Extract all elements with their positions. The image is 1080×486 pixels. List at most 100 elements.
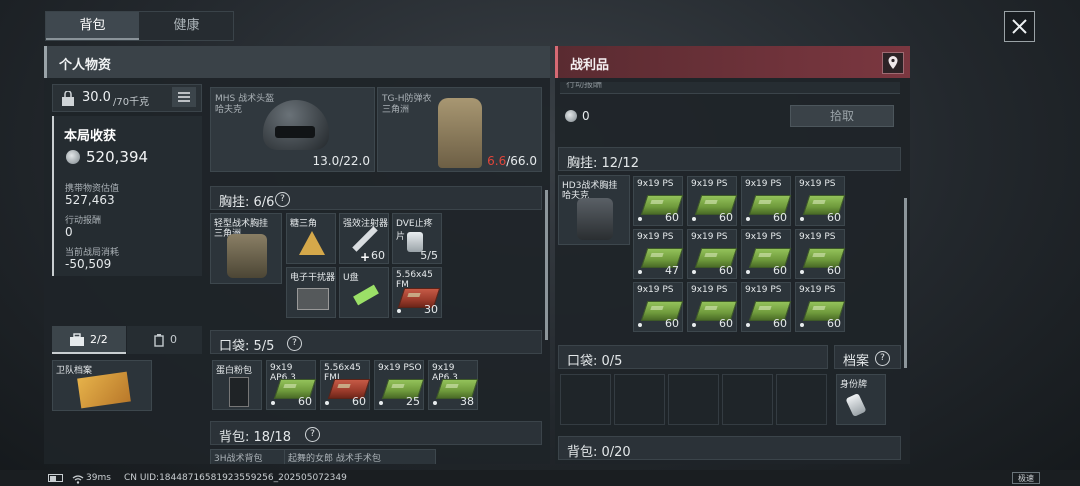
- chest-label: 胸挂: 6/6: [219, 195, 275, 210]
- chest-item-ammo[interactable]: 5.56x45 FM 30: [392, 267, 442, 318]
- helmet-visor: [275, 126, 315, 138]
- briefcase-icon: [70, 333, 84, 346]
- loot-pocket-label: 口袋: 0/5: [567, 354, 623, 369]
- loot-ammo-slot[interactable]: 9x19 PS 60: [687, 282, 738, 332]
- loot-pocket-slot[interactable]: [776, 374, 827, 425]
- loot-ammo-name: 9x19 PS: [691, 232, 728, 242]
- tab-health[interactable]: 健康: [140, 12, 233, 40]
- loot-pocket-slot[interactable]: [722, 374, 773, 425]
- help-icon[interactable]: ?: [287, 336, 302, 351]
- chest-item-injector[interactable]: 强效注射器 + 60: [339, 213, 389, 264]
- chest-item-count: 30: [424, 303, 438, 316]
- right-scrollbar[interactable]: [904, 198, 907, 368]
- helmet-slot[interactable]: MHS 战术头盔 哈夫克 13.0/22.0: [210, 87, 375, 172]
- loot-rig-slot[interactable]: HD3战术胸挂 哈夫克: [558, 175, 630, 245]
- loot-ammo-slot[interactable]: 9x19 PS 60: [741, 282, 792, 332]
- ammo-dot: [746, 323, 750, 327]
- location-button[interactable]: [882, 52, 904, 74]
- ammo-dot: [746, 270, 750, 274]
- helmet-durability: 13.0/22.0: [312, 154, 370, 168]
- weight-max: /70千克: [113, 97, 150, 108]
- tab-backpack[interactable]: 背包: [46, 12, 139, 40]
- armor-durability: 6.6/66.0: [487, 154, 537, 168]
- left-item-slot[interactable]: 卫队档案: [52, 360, 152, 411]
- chest-rig-slot[interactable]: 轻型战术胸挂 三角洲: [210, 213, 282, 284]
- pocket-item-ammo[interactable]: 9x19 PSO 25: [374, 360, 425, 410]
- case-tab-briefcase[interactable]: 2/2: [52, 326, 126, 354]
- loot-ammo-slot[interactable]: 9x19 PS 60: [795, 282, 846, 332]
- armor-durability-max: /66.0: [506, 154, 537, 168]
- ammo-dot: [800, 323, 804, 327]
- loot-ammo-count: 60: [773, 264, 787, 277]
- pocket-item-ammo[interactable]: 9x19 AP6.3 38: [428, 360, 479, 410]
- help-icon[interactable]: ?: [305, 427, 320, 442]
- close-button[interactable]: [1004, 11, 1035, 42]
- stat-value-reward: 0: [65, 225, 73, 239]
- pocket-item-protein[interactable]: 蛋白粉包: [212, 360, 262, 410]
- list-view-button[interactable]: [172, 87, 196, 107]
- ammo-dot: [271, 401, 275, 405]
- loot-ammo-slot[interactable]: 9x19 PS 60: [795, 176, 846, 226]
- chest-item-jammer[interactable]: 电子干扰器: [286, 267, 336, 318]
- chest-item-usb[interactable]: U盘: [339, 267, 389, 318]
- battery-icon: [48, 474, 63, 482]
- help-icon[interactable]: ?: [275, 192, 290, 207]
- loot-pocket-slot[interactable]: [560, 374, 611, 425]
- loot-ammo-count: 60: [773, 211, 787, 224]
- armor-slot[interactable]: TG-H防弹衣 三角洲 6.6/66.0: [377, 87, 542, 172]
- loot-pocket-slot[interactable]: [614, 374, 665, 425]
- loot-ammo-slot[interactable]: 9x19 PS 47: [633, 229, 684, 279]
- chest-item-name: 糖三角: [290, 219, 318, 229]
- personal-header: 个人物资: [44, 46, 550, 78]
- pocket-item-ammo[interactable]: 5.56x45 FMJ 60: [320, 360, 371, 410]
- loot-value: 0: [582, 109, 590, 123]
- chest-item-count: 5/5: [420, 249, 438, 262]
- help-icon[interactable]: ?: [875, 351, 890, 366]
- helmet-icon: [263, 100, 329, 150]
- protein-pack-icon: [229, 377, 249, 407]
- loot-ammo-count: 60: [719, 264, 733, 277]
- backpack-slot[interactable]: 3H战术背包: [210, 449, 295, 464]
- chest-item-name: 5.56x45 FM: [396, 270, 433, 290]
- loot-ammo-slot[interactable]: 9x19 PS 60: [741, 176, 792, 226]
- loot-ammo-slot[interactable]: 9x19 PS 60: [687, 176, 738, 226]
- loot-ammo-count: 60: [665, 211, 679, 224]
- canister-icon: [154, 334, 164, 347]
- archive-label: 档案: [843, 354, 870, 369]
- loot-top-bar: 行动报酬: [560, 82, 900, 94]
- backpack-slot[interactable]: 起舞的女郎 战术手术包: [284, 449, 436, 464]
- loot-chest-label: 胸挂: 12/12: [567, 156, 639, 171]
- loot-ammo-slot[interactable]: 9x19 PS 60: [795, 229, 846, 279]
- stat-value-cost: -50,509: [65, 257, 112, 271]
- loot-ammo-count: 60: [773, 317, 787, 330]
- dogtag-icon: [845, 392, 867, 418]
- chest-item-sugar[interactable]: 糖三角: [286, 213, 336, 264]
- chest-item-name: 电子干扰器: [290, 273, 336, 283]
- speed-badge: 极速: [1012, 472, 1040, 484]
- rig-icon: [227, 234, 267, 278]
- chest-item-name: 强效注射器: [343, 219, 389, 229]
- pickup-button[interactable]: 拾取: [790, 105, 894, 127]
- jammer-icon: [297, 288, 329, 310]
- loot-ammo-slot[interactable]: 9x19 PS 60: [633, 282, 684, 332]
- loot-ammo-count: 60: [827, 317, 841, 330]
- loot-ammo-slot[interactable]: 9x19 PS 60: [741, 229, 792, 279]
- chest-item-count: 60: [371, 249, 385, 262]
- chest-item-painkiller[interactable]: DVE止疼片 5/5: [392, 213, 442, 264]
- stat-value-carried: 527,463: [65, 193, 115, 207]
- ammo-dot: [746, 217, 750, 221]
- loot-ammo-slot[interactable]: 9x19 PS 60: [633, 176, 684, 226]
- ammo-dot: [433, 401, 437, 405]
- archive-slot[interactable]: 身份牌: [836, 374, 886, 425]
- backpack-header: 背包: 18/18 ?: [210, 421, 542, 445]
- ammo-dot: [692, 323, 696, 327]
- case-tab-canister[interactable]: 0: [127, 326, 202, 354]
- ammo-dot: [379, 401, 383, 405]
- left-scrollbar[interactable]: [545, 190, 548, 340]
- loot-pocket-slot[interactable]: [668, 374, 719, 425]
- loot-ammo-slot[interactable]: 9x19 PS 60: [687, 229, 738, 279]
- canister-count: 0: [170, 333, 177, 346]
- loot-ammo-name: 9x19 PS: [799, 179, 836, 189]
- pocket-item-ammo[interactable]: 9x19 AP6.3 60: [266, 360, 317, 410]
- ammo-dot: [800, 270, 804, 274]
